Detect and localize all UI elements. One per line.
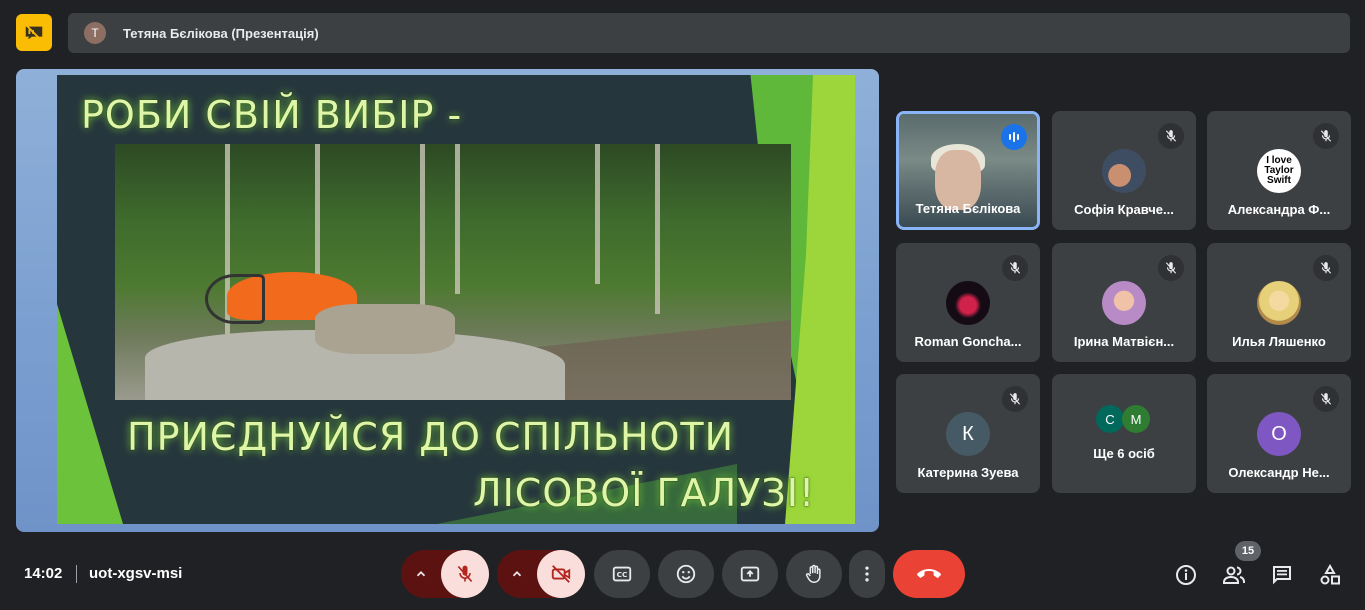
participant-name: Илья Ляшенко	[1232, 334, 1326, 349]
slide: РОБИ СВІЙ ВИБІР - ПРИЄДНУЙСЯ ДО СПІЛЬНОТ…	[57, 75, 855, 524]
slide-photo	[115, 144, 791, 400]
mic-off-icon	[1165, 262, 1177, 274]
more-participants-tile[interactable]: С М Ще 6 осіб	[1052, 374, 1196, 493]
chevron-up-icon	[416, 571, 426, 577]
avatar-text: Swift	[1267, 175, 1291, 186]
participant-tile[interactable]: Софія Кравче...	[1052, 111, 1196, 230]
avatar	[946, 281, 990, 325]
presenter-banner: T Тетяна Бєлікова (Презентація)	[68, 13, 1350, 53]
people-count-badge: 15	[1235, 541, 1261, 561]
captions-icon: CC	[612, 566, 632, 582]
mic-off-icon	[1320, 130, 1332, 142]
mic-off-icon	[1320, 262, 1332, 274]
avatar: К	[946, 412, 990, 456]
chevron-up-icon	[512, 571, 522, 577]
chat-icon	[1273, 566, 1291, 585]
mic-off-icon	[1165, 130, 1177, 142]
participant-name: Александра Ф...	[1227, 202, 1331, 217]
avatar	[1102, 149, 1146, 193]
end-call-icon	[917, 569, 941, 578]
meeting-time: 14:02	[24, 565, 63, 582]
participant-name: Олександр Не...	[1228, 465, 1330, 480]
camera-options-button[interactable]	[497, 550, 537, 598]
mic-off-indicator	[1158, 255, 1184, 281]
more-vert-icon	[865, 566, 869, 582]
emoji-icon	[676, 564, 696, 584]
participant-tile[interactable]: Roman Goncha...	[896, 243, 1040, 362]
divider	[76, 565, 77, 583]
slide-subline-2: ЛІСОВОЇ ГАЛУЗІ!	[473, 471, 816, 515]
participant-tile[interactable]: О Олександр Не...	[1207, 374, 1351, 493]
mic-options-button[interactable]	[401, 550, 441, 598]
participant-tile[interactable]: Илья Ляшенко	[1207, 243, 1351, 362]
mic-off-icon	[1320, 393, 1332, 405]
avatar	[1102, 281, 1146, 325]
mini-avatar: С	[1096, 405, 1124, 433]
mic-off-indicator	[1313, 123, 1339, 149]
people-button[interactable]	[1219, 560, 1249, 590]
participant-name: Катерина Зуева	[917, 465, 1019, 480]
chat-button[interactable]	[1267, 560, 1297, 590]
avatar	[1257, 281, 1301, 325]
participant-name: Тетяна Бєлікова	[915, 201, 1021, 216]
participant-name: Софія Кравче...	[1074, 202, 1174, 217]
activities-icon	[1320, 563, 1340, 585]
present-now-button[interactable]	[722, 550, 778, 598]
presenter-title: Тетяна Бєлікова (Презентація)	[123, 25, 319, 41]
end-call-button[interactable]	[893, 550, 965, 598]
more-avatars: С М	[1096, 405, 1152, 435]
more-participants-label: Ще 6 осіб	[1093, 446, 1155, 461]
presenter-avatar: T	[84, 22, 106, 44]
avatar: О	[1257, 412, 1301, 456]
mic-off-indicator	[1313, 386, 1339, 412]
participant-tile[interactable]: К Катерина Зуева	[896, 374, 1040, 493]
presentation-off-icon	[25, 23, 43, 42]
slide-headline: РОБИ СВІЙ ВИБІР -	[81, 93, 463, 137]
camera-toggle-button[interactable]	[537, 550, 585, 598]
presentation-stage: РОБИ СВІЙ ВИБІР - ПРИЄДНУЙСЯ ДО СПІЛЬНОТ…	[16, 69, 879, 532]
speaking-indicator	[1001, 124, 1027, 150]
mic-off-icon	[1009, 393, 1021, 405]
mini-avatar: М	[1122, 405, 1150, 433]
present-icon	[740, 566, 760, 582]
camera-off-icon	[551, 565, 571, 583]
participant-name: Roman Goncha...	[914, 334, 1022, 349]
participant-tile[interactable]: Тетяна Бєлікова	[896, 111, 1040, 230]
svg-text:CC: CC	[617, 570, 628, 579]
mic-off-indicator	[1002, 255, 1028, 281]
people-icon	[1223, 566, 1245, 584]
avatar: I love Taylor Swift	[1257, 149, 1301, 193]
mic-off-indicator	[1158, 123, 1184, 149]
mic-control-group	[401, 550, 489, 598]
mic-off-icon	[1009, 262, 1021, 274]
stop-presenting-button[interactable]	[16, 14, 52, 51]
activities-button[interactable]	[1315, 560, 1345, 590]
camera-control-group	[497, 550, 585, 598]
mic-off-indicator	[1002, 386, 1028, 412]
captions-button[interactable]: CC	[594, 550, 650, 598]
raise-hand-icon	[805, 564, 821, 583]
mic-off-icon	[457, 565, 473, 583]
mic-off-indicator	[1313, 255, 1339, 281]
more-options-button[interactable]	[849, 550, 885, 598]
meeting-code: uot-xgsv-msi	[89, 565, 183, 582]
raise-hand-button[interactable]	[786, 550, 842, 598]
participant-tile[interactable]: I love Taylor Swift Александра Ф...	[1207, 111, 1351, 230]
reactions-button[interactable]	[658, 550, 714, 598]
participant-tile[interactable]: Ірина Матвієн...	[1052, 243, 1196, 362]
participant-name: Ірина Матвієн...	[1073, 334, 1175, 349]
info-icon	[1176, 565, 1196, 585]
slide-subline: ПРИЄДНУЙСЯ ДО СПІЛЬНОТИ	[127, 415, 735, 459]
speaking-icon	[1009, 132, 1019, 142]
mic-toggle-button[interactable]	[441, 550, 489, 598]
meeting-details-button[interactable]	[1171, 560, 1201, 590]
